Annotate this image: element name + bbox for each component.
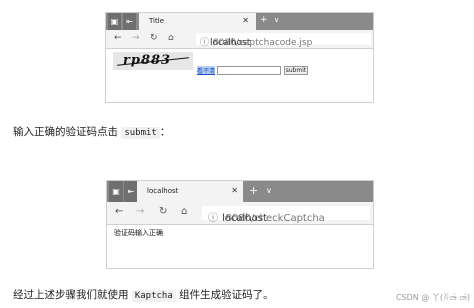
tab-preview-icon[interactable]: ▣ bbox=[109, 181, 123, 202]
tab-title-label: Title bbox=[149, 17, 165, 25]
forward-icon[interactable]: → bbox=[136, 206, 144, 217]
forward-icon[interactable]: → bbox=[132, 33, 140, 43]
caption-2: 经过上述步骤我们就使用 Kaptcha 组件生成验证码了。 bbox=[13, 289, 274, 302]
close-icon[interactable]: ✕ bbox=[242, 16, 249, 25]
new-tab-icon[interactable]: + bbox=[249, 184, 258, 197]
browser-screenshot-check-result: ▣ ⇤ localhost ✕ + ∨ ← → ↻ ⌂ ⓘ localhost:… bbox=[106, 180, 374, 269]
tab-preview-icon[interactable]: ▣ bbox=[108, 13, 121, 30]
address-bar[interactable]: ⓘ localhost:8080/checkCaptcha bbox=[202, 206, 370, 224]
info-icon: ⓘ bbox=[200, 38, 210, 48]
captcha-input[interactable] bbox=[217, 66, 281, 75]
set-tabs-aside-icon[interactable]: ⇤ bbox=[123, 13, 136, 30]
tab-title[interactable]: Title ✕ bbox=[139, 13, 256, 30]
tab-title-label: localhost bbox=[147, 187, 179, 195]
set-tabs-aside-icon[interactable]: ⇤ bbox=[124, 181, 138, 202]
refresh-captcha-link[interactable]: 看不清 bbox=[197, 66, 216, 75]
info-icon: ⓘ bbox=[208, 213, 218, 224]
home-icon[interactable]: ⌂ bbox=[168, 33, 174, 43]
back-icon[interactable]: ← bbox=[115, 206, 123, 217]
close-icon[interactable]: ✕ bbox=[231, 186, 238, 195]
navigation-bar: ← → ↻ ⌂ ⓘ localhost:8080/captchacode.jsp bbox=[106, 30, 373, 48]
tab-bar: ▣ ⇤ localhost ✕ + ∨ bbox=[107, 181, 373, 202]
inline-code: submit bbox=[121, 127, 160, 139]
refresh-icon[interactable]: ↻ bbox=[150, 33, 158, 43]
divider bbox=[107, 224, 373, 225]
captcha-image: rp883 bbox=[113, 52, 193, 70]
back-icon[interactable]: ← bbox=[114, 33, 122, 43]
divider bbox=[106, 48, 373, 49]
navigation-bar: ← → ↻ ⌂ ⓘ localhost:8080/checkCaptcha bbox=[107, 202, 373, 224]
chevron-down-icon[interactable]: ∨ bbox=[266, 186, 272, 195]
browser-screenshot-captcha-page: ▣ ⇤ Title ✕ + ∨ ← → ↻ ⌂ ⓘ localhost:8080… bbox=[105, 12, 374, 103]
tab-localhost[interactable]: localhost ✕ bbox=[137, 181, 243, 202]
caption-1: 输入正确的验证码点击 submit： bbox=[13, 126, 171, 139]
home-icon[interactable]: ⌂ bbox=[181, 206, 187, 217]
address-bar[interactable]: ⓘ localhost:8080/captchacode.jsp bbox=[196, 33, 371, 48]
inline-code: Kaptcha bbox=[131, 290, 176, 302]
csdn-watermark: CSDN @ 丫(ꐦ▭̴̀ ▭̴́) bbox=[395, 293, 470, 302]
tab-bar: ▣ ⇤ Title ✕ + ∨ bbox=[106, 13, 373, 30]
chevron-down-icon[interactable]: ∨ bbox=[274, 16, 279, 24]
submit-button[interactable]: submit bbox=[284, 66, 308, 75]
refresh-icon[interactable]: ↻ bbox=[159, 206, 167, 217]
new-tab-icon[interactable]: + bbox=[260, 15, 268, 25]
result-text: 验证码输入正确 bbox=[114, 229, 163, 237]
